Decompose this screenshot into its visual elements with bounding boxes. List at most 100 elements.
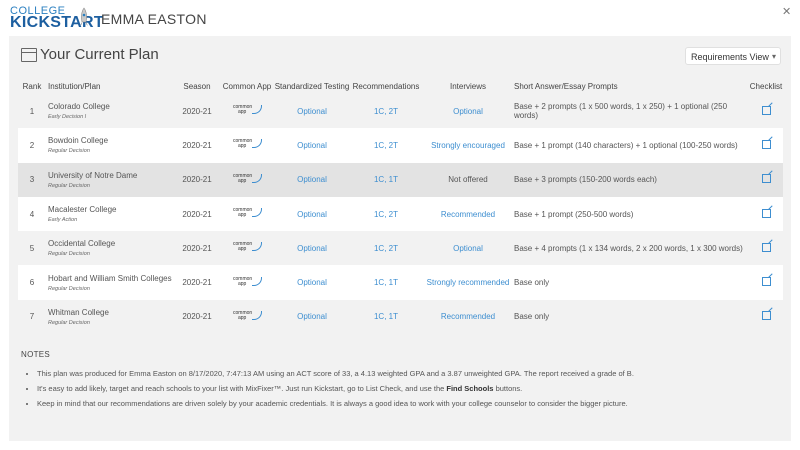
close-icon[interactable]: ✕: [782, 5, 791, 18]
external-link-icon[interactable]: [761, 311, 771, 321]
recommendations-link[interactable]: 1C, 1T: [374, 175, 398, 184]
checklist-cell: [749, 299, 783, 335]
recommendations-link[interactable]: 1C, 2T: [374, 107, 398, 116]
table-row: 5 Occidental College Regular Decision 2020-…: [18, 231, 783, 266]
interviews-cell: Strongly recommended: [422, 265, 514, 300]
column-header-recommendations: Recommendations: [352, 81, 420, 91]
note-text: It's easy to add likely, target and reac…: [37, 384, 447, 393]
interviews-value[interactable]: Strongly recommended: [427, 278, 510, 287]
testing-link[interactable]: Optional: [297, 141, 327, 150]
checklist-cell: [749, 196, 783, 232]
checklist-cell: [749, 94, 783, 129]
column-header-institution: Institution/Plan: [48, 81, 101, 91]
testing-cell: Optional: [274, 128, 350, 163]
find-schools-text: Find Schools: [446, 384, 494, 393]
institution-cell: Colorado College Early Decision I: [46, 94, 174, 129]
interviews-value[interactable]: Recommended: [441, 210, 495, 219]
common-app-logo-text-2: app: [238, 212, 247, 219]
interviews-value[interactable]: Recommended: [441, 312, 495, 321]
institution-cell: Bowdoin College Regular Decision: [46, 128, 174, 163]
rank-cell: 6: [18, 265, 46, 300]
common-app-logo-text-2: app: [238, 143, 247, 150]
interviews-value[interactable]: Strongly encouraged: [431, 141, 505, 150]
interviews-cell: Recommended: [422, 196, 514, 232]
common-app-cell: common app: [220, 231, 274, 266]
plan-table: Rank Institution/Plan Season Common App …: [18, 78, 783, 335]
testing-link[interactable]: Optional: [297, 210, 327, 219]
testing-link[interactable]: Optional: [297, 107, 327, 116]
column-header-season: Season: [183, 81, 211, 91]
institution-name: Macalester College: [48, 205, 117, 215]
column-header-checklist: Checklist: [749, 81, 783, 91]
testing-cell: Optional: [274, 299, 350, 335]
external-link-icon[interactable]: [761, 208, 771, 218]
essays-cell: Base only: [514, 299, 749, 335]
student-name: EMMA EASTON: [101, 11, 207, 27]
external-link-icon[interactable]: [761, 242, 771, 252]
checklist-cell: [749, 231, 783, 266]
table-row: 3 University of Notre Dame Regular Decisio…: [18, 162, 783, 197]
institution-cell: Occidental College Regular Decision: [46, 231, 174, 266]
rank-cell: 7: [18, 299, 46, 335]
interviews-value[interactable]: Optional: [453, 107, 483, 116]
recommendations-cell: 1C, 1T: [350, 265, 422, 300]
common-app-cell: common app: [220, 265, 274, 300]
chevron-down-icon: ▾: [771, 52, 776, 61]
common-app-cell: common app: [220, 162, 274, 197]
table-row: 4 Macalester College Early Action 2020-21 co…: [18, 196, 783, 232]
note-item: This plan was produced for Emma Easton o…: [37, 366, 777, 381]
recommendations-link[interactable]: 1C, 1T: [374, 312, 398, 321]
season-cell: 2020-21: [174, 196, 220, 232]
testing-cell: Optional: [274, 162, 350, 197]
recommendations-link[interactable]: 1C, 2T: [374, 141, 398, 150]
testing-cell: Optional: [274, 265, 350, 300]
column-header-common-app: Common App: [222, 81, 272, 91]
common-app-logo-text-2: app: [238, 280, 247, 287]
essays-cell: Base + 4 prompts (1 x 134 words, 2 x 200…: [514, 231, 749, 266]
plan-type: Regular Decision: [48, 319, 90, 326]
note-text-end: buttons.: [493, 384, 523, 393]
current-plan-panel: Your Current Plan Requirements View ▾ Ra…: [9, 36, 791, 441]
institution-name: Bowdoin College: [48, 136, 109, 146]
external-link-icon[interactable]: [761, 139, 771, 149]
testing-link[interactable]: Optional: [297, 175, 327, 184]
common-app-logo-icon: common app: [233, 240, 262, 254]
interviews-cell: Not offered: [422, 162, 514, 197]
common-app-cell: common app: [220, 196, 274, 232]
essays-cell: Base + 2 prompts (1 x 500 words, 1 x 250…: [514, 94, 749, 129]
institution-cell: Macalester College Early Action: [46, 196, 174, 232]
plan-type: Regular Decision: [48, 285, 90, 292]
season-cell: 2020-21: [174, 94, 220, 129]
checklist-cell: [749, 128, 783, 163]
season-cell: 2020-21: [174, 299, 220, 335]
common-app-logo-icon: common app: [233, 103, 262, 117]
external-link-icon[interactable]: [761, 174, 771, 184]
testing-link[interactable]: Optional: [297, 278, 327, 287]
recommendations-link[interactable]: 1C, 2T: [374, 244, 398, 253]
testing-link[interactable]: Optional: [297, 312, 327, 321]
interviews-value[interactable]: Optional: [453, 244, 483, 253]
testing-cell: Optional: [274, 94, 350, 129]
college-kickstart-logo[interactable]: COLLEGE KICKSTART: [10, 5, 104, 33]
table-header-row: Rank Institution/Plan Season Common App …: [18, 78, 783, 94]
essays-cell: Base only: [514, 265, 749, 300]
recommendations-link[interactable]: 1C, 2T: [374, 210, 398, 219]
external-link-icon[interactable]: [761, 277, 771, 287]
institution-name: Whitman College: [48, 307, 109, 317]
plan-type: Early Action: [48, 217, 78, 224]
view-select-value: Requirements View: [691, 52, 769, 62]
rank-cell: 5: [18, 231, 46, 266]
view-select-dropdown[interactable]: Requirements View ▾: [685, 47, 781, 65]
page-title: Your Current Plan: [40, 46, 159, 63]
common-app-logo-icon: common app: [233, 275, 262, 289]
institution-name: Occidental College: [48, 239, 116, 249]
common-app-cell: common app: [220, 299, 274, 335]
testing-link[interactable]: Optional: [297, 244, 327, 253]
external-link-icon[interactable]: [761, 105, 771, 115]
institution-cell: University of Notre Dame Regular Decision: [46, 162, 174, 197]
season-cell: 2020-21: [174, 162, 220, 197]
recommendations-cell: 1C, 2T: [350, 94, 422, 129]
recommendations-link[interactable]: 1C, 1T: [374, 278, 398, 287]
season-cell: 2020-21: [174, 265, 220, 300]
plan-list-icon: [21, 48, 37, 62]
